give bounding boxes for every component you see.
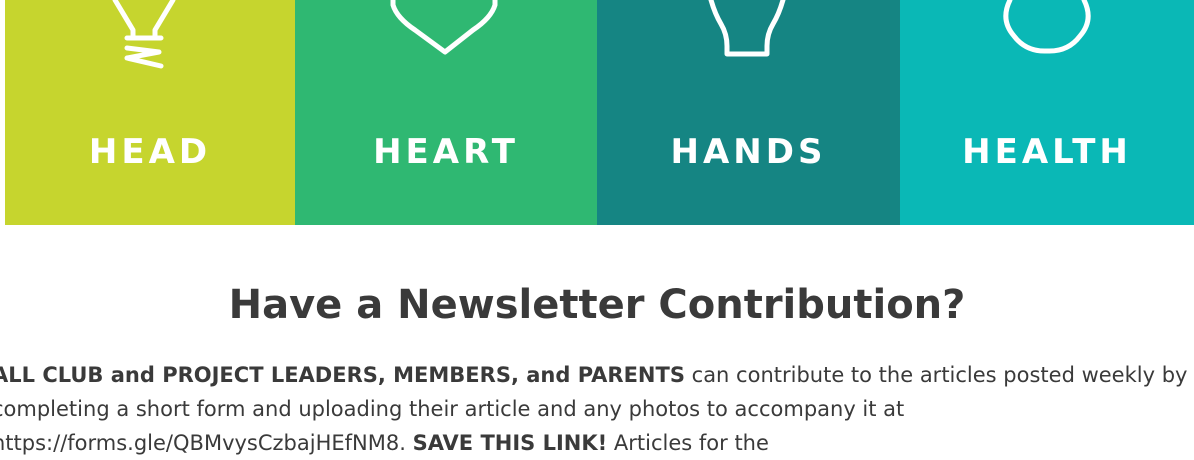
- article-paragraph: ALL CLUB and PROJECT LEADERS, MEMBERS, a…: [0, 358, 1194, 460]
- panel-heart: HEART: [295, 0, 597, 225]
- paragraph-separator: .: [399, 431, 413, 455]
- apple-icon: [1003, 0, 1091, 54]
- paragraph-tail: Articles for the: [607, 431, 769, 455]
- lightbulb-icon: [112, 0, 176, 69]
- panel-label-head: HEAD: [88, 132, 212, 172]
- page-title: Have a Newsletter Contribution?: [228, 282, 966, 328]
- four-h-banner: HEAD HEART HANDS HEALTH: [5, 0, 1194, 225]
- panel-label-hands: HANDS: [670, 132, 827, 172]
- form-link[interactable]: https://forms.gle/QBMvysCzbajHEfNM8: [0, 431, 399, 455]
- panel-health: HEALTH: [900, 0, 1194, 225]
- panel-head: HEAD: [5, 0, 295, 225]
- panel-label-health: HEALTH: [962, 132, 1132, 172]
- panel-hands: HANDS: [597, 0, 900, 225]
- hand-icon: [708, 0, 786, 57]
- audience-bold: ALL CLUB and PROJECT LEADERS, MEMBERS, a…: [0, 363, 685, 387]
- panel-label-heart: HEART: [373, 132, 519, 172]
- save-link-bold: SAVE THIS LINK!: [412, 431, 608, 455]
- heart-icon: [390, 0, 498, 55]
